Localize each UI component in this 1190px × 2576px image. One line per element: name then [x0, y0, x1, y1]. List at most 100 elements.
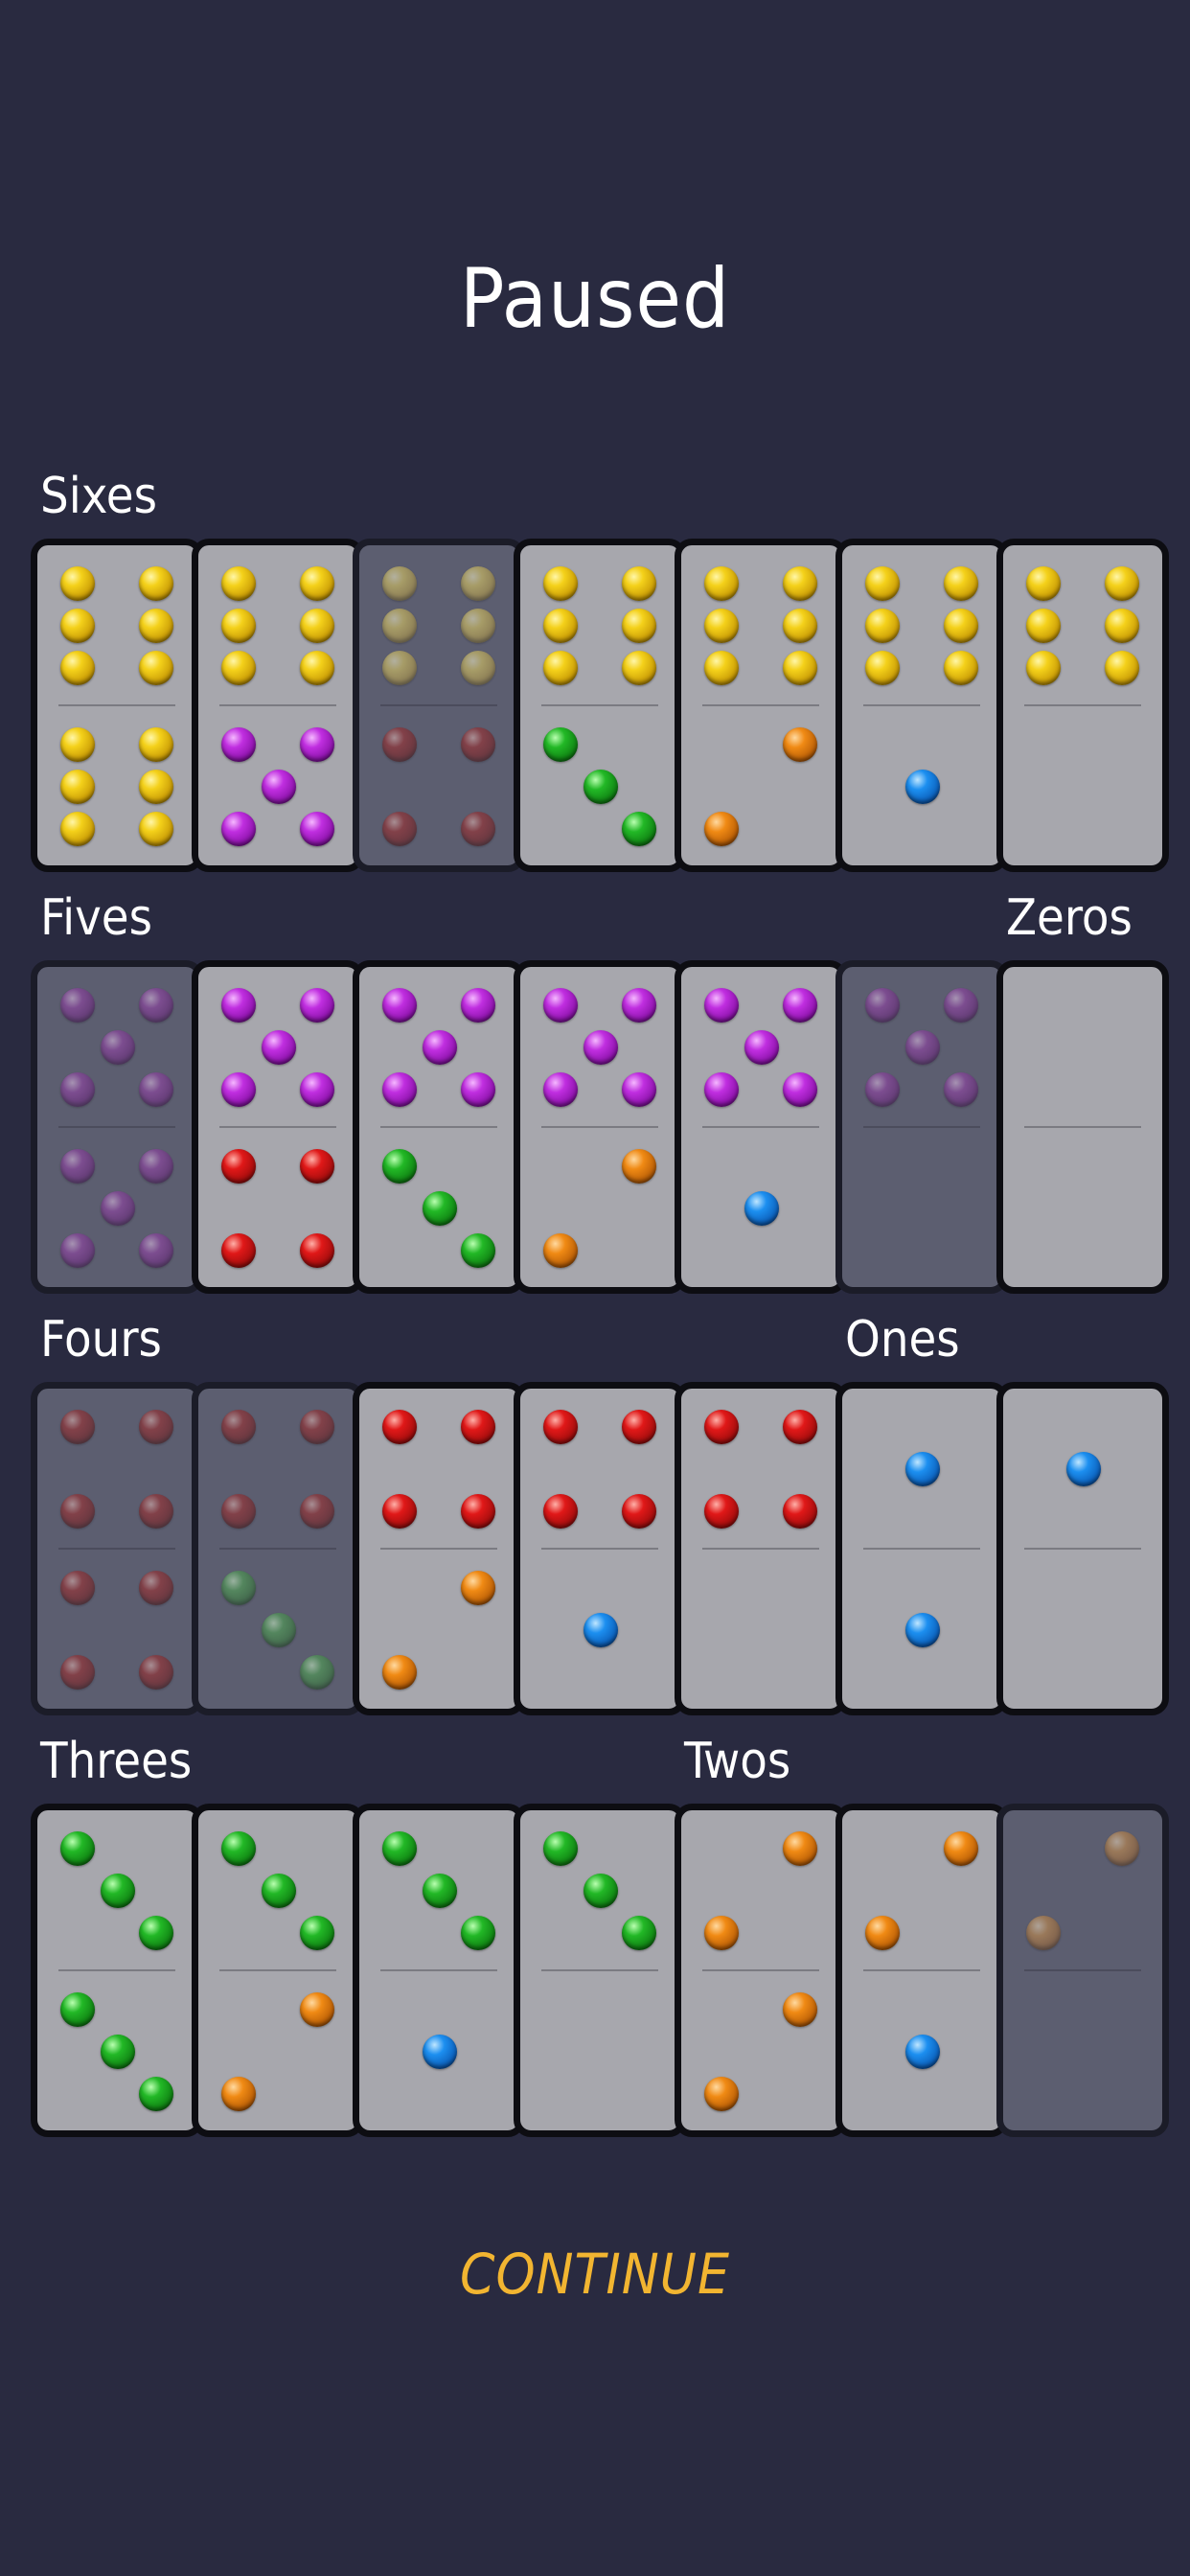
- domino-tile-6-0: [996, 539, 1169, 872]
- yellow-pip: [382, 609, 417, 643]
- yellow-pip: [60, 770, 95, 804]
- purple-pip: [139, 988, 173, 1023]
- tile-divider: [1024, 1126, 1141, 1128]
- orange-pip: [783, 1992, 817, 2027]
- yellow-pip: [221, 651, 256, 685]
- yellow-pip: [60, 609, 95, 643]
- tile-divider: [863, 1126, 980, 1128]
- yellow-pip: [622, 566, 656, 601]
- domino-tile-5-5: [31, 960, 203, 1294]
- yellow-pip: [944, 566, 978, 601]
- yellow-pip: [139, 566, 173, 601]
- tile-divider: [541, 704, 658, 706]
- yellow-pip: [461, 651, 495, 685]
- orange-pip: [543, 1233, 578, 1268]
- tile-divider: [1024, 704, 1141, 706]
- yellow-pip: [60, 727, 95, 762]
- purple-pip: [101, 1030, 135, 1065]
- yellow-pip: [382, 651, 417, 685]
- red-pip: [221, 1494, 256, 1529]
- tile-divider: [58, 1969, 175, 1971]
- tile-divider: [219, 704, 336, 706]
- red-pip: [60, 1410, 95, 1444]
- domino-tile-6-5: [192, 539, 364, 872]
- group-label-twos: Twos: [684, 1733, 791, 1790]
- domino-tile-3-3: [31, 1804, 203, 2137]
- red-pip: [60, 1494, 95, 1529]
- red-pip: [60, 1571, 95, 1605]
- blue-pip: [1066, 1452, 1101, 1486]
- tile-divider: [219, 1126, 336, 1128]
- yellow-pip: [1026, 609, 1061, 643]
- red-pip: [461, 812, 495, 846]
- domino-tile-6-1: [835, 539, 1008, 872]
- tile-divider: [541, 1126, 658, 1128]
- domino-tile-6-3: [514, 539, 686, 872]
- domino-row: [31, 1804, 1169, 2137]
- yellow-pip: [300, 566, 334, 601]
- tile-divider: [380, 1969, 497, 1971]
- domino-tile-5-1: [675, 960, 847, 1294]
- purple-pip: [704, 988, 739, 1023]
- tile-divider: [380, 704, 497, 706]
- purple-pip: [139, 1072, 173, 1107]
- tile-divider: [541, 1548, 658, 1550]
- yellow-pip: [382, 566, 417, 601]
- domino-tile-3-0: [514, 1804, 686, 2137]
- blue-pip: [905, 2035, 940, 2069]
- purple-pip: [139, 1233, 173, 1268]
- green-pip: [584, 1874, 618, 1908]
- red-pip: [221, 1149, 256, 1184]
- orange-pip: [461, 1571, 495, 1605]
- green-pip: [382, 1149, 417, 1184]
- yellow-pip: [1026, 651, 1061, 685]
- green-pip: [382, 1831, 417, 1866]
- group-label-fours: Fours: [40, 1311, 162, 1368]
- green-pip: [139, 1916, 173, 1950]
- continue-button[interactable]: CONTINUE: [0, 2241, 1190, 2308]
- orange-pip: [382, 1655, 417, 1690]
- yellow-pip: [139, 770, 173, 804]
- tile-divider: [702, 1548, 819, 1550]
- green-pip: [423, 1191, 457, 1226]
- orange-pip: [622, 1149, 656, 1184]
- tile-divider: [863, 704, 980, 706]
- purple-pip: [60, 1233, 95, 1268]
- purple-pip: [944, 988, 978, 1023]
- tile-divider: [219, 1969, 336, 1971]
- yellow-pip: [461, 609, 495, 643]
- red-pip: [300, 1233, 334, 1268]
- domino-tile-6-4: [353, 539, 525, 872]
- purple-pip: [622, 988, 656, 1023]
- tile-divider: [702, 1969, 819, 1971]
- tile-divider: [863, 1548, 980, 1550]
- orange-pip: [221, 2077, 256, 2111]
- yellow-pip: [300, 651, 334, 685]
- yellow-pip: [783, 566, 817, 601]
- tile-divider: [702, 1126, 819, 1128]
- tile-divider: [1024, 1969, 1141, 1971]
- yellow-pip: [865, 651, 900, 685]
- green-pip: [300, 1655, 334, 1690]
- green-pip: [262, 1874, 296, 1908]
- purple-pip: [221, 988, 256, 1023]
- domino-tile-4-0: [675, 1382, 847, 1715]
- orange-pip: [1026, 1916, 1061, 1950]
- orange-pip: [300, 1992, 334, 2027]
- tile-divider: [58, 1126, 175, 1128]
- red-pip: [300, 1149, 334, 1184]
- red-pip: [139, 1410, 173, 1444]
- yellow-pip: [783, 651, 817, 685]
- blue-pip: [584, 1613, 618, 1647]
- purple-pip: [461, 1072, 495, 1107]
- green-pip: [461, 1233, 495, 1268]
- yellow-pip: [60, 651, 95, 685]
- red-pip: [139, 1655, 173, 1690]
- red-pip: [461, 1410, 495, 1444]
- domino-tile-4-4: [31, 1382, 203, 1715]
- purple-pip: [423, 1030, 457, 1065]
- domino-row: [31, 1382, 1169, 1715]
- group-label-threes: Threes: [40, 1733, 193, 1790]
- tile-divider: [541, 1969, 658, 1971]
- domino-tile-3-1: [353, 1804, 525, 2137]
